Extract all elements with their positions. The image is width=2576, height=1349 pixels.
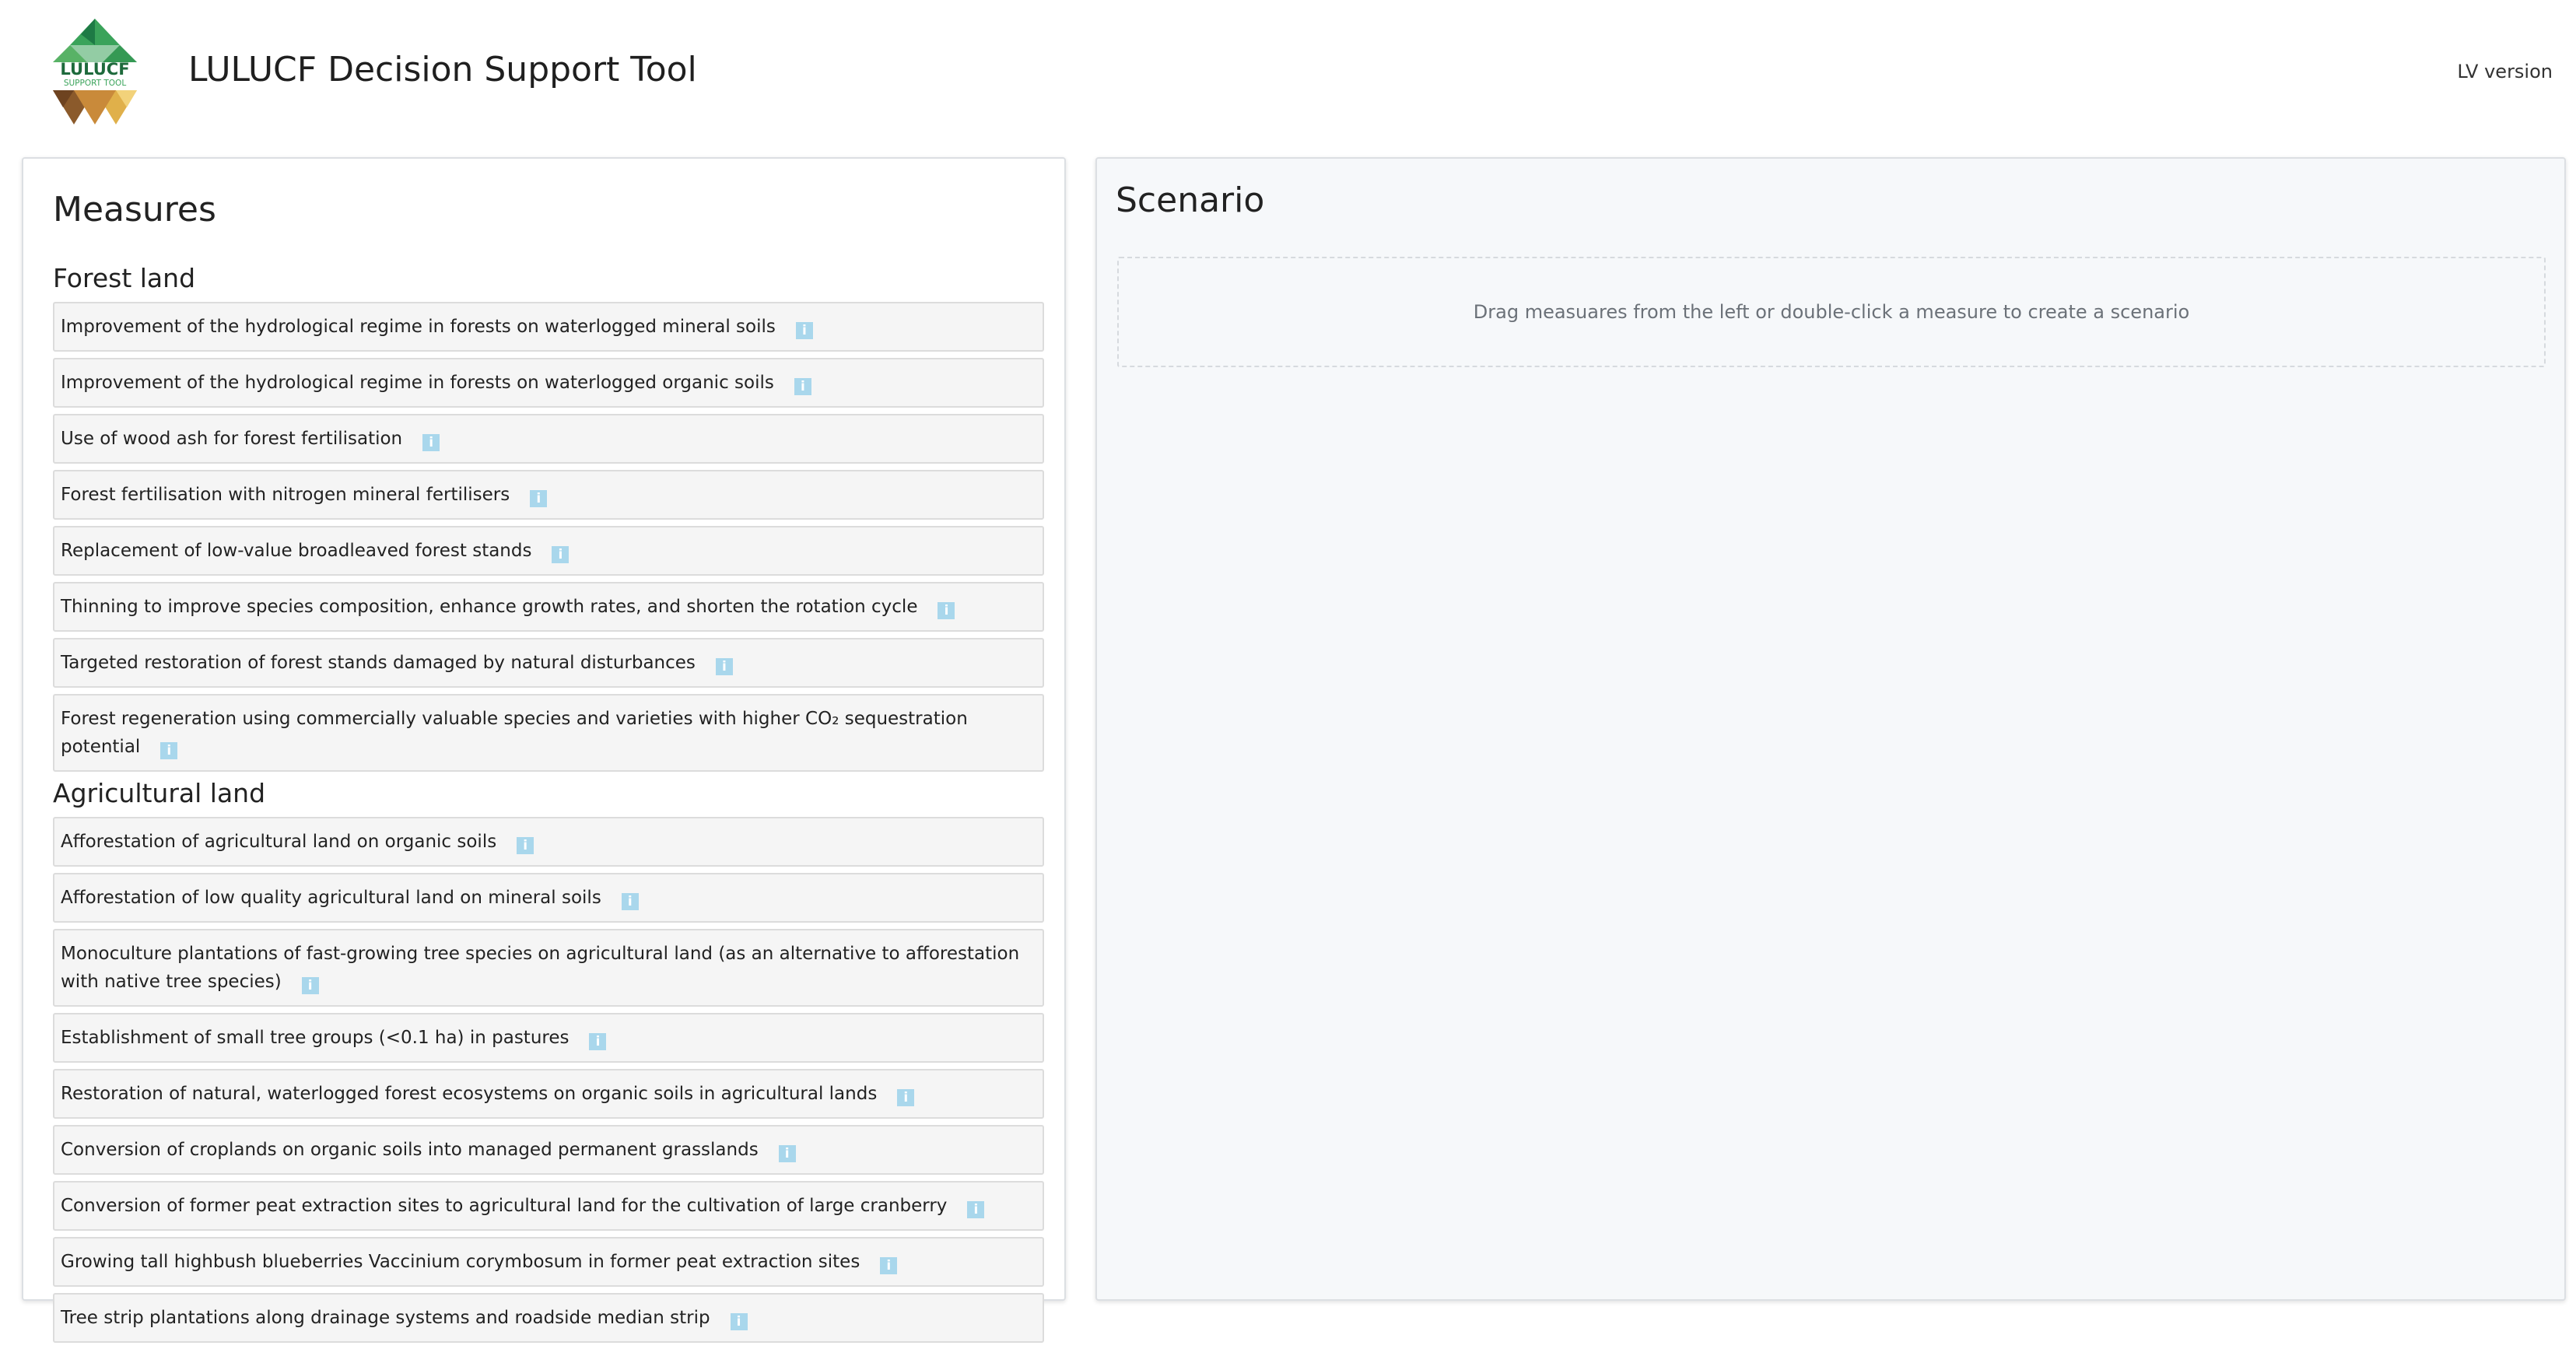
measure-item[interactable]: Forest regeneration using commercially v… [53,694,1044,772]
section-title: Forest land [53,263,196,293]
measure-label: Restoration of natural, waterlogged fore… [61,1084,878,1104]
measures-list: Forest land Improvement of the hydrologic… [53,263,1044,1349]
app-header: LULUCF SUPPORT TOOL LULUCF Decision Supp… [0,0,2576,148]
measure-label: Use of wood ash for forest fertilisation [61,429,403,449]
measure-item[interactable]: Replacement of low-value broadleaved for… [53,526,1044,576]
measure-item[interactable]: Targeted restoration of forest stands da… [53,638,1044,688]
measure-item[interactable]: Establishment of small tree groups (<0.1… [53,1013,1044,1063]
measure-label: Afforestation of agricultural land on or… [61,832,497,852]
info-icon[interactable]: i [589,1033,607,1050]
measure-item[interactable]: Afforestation of low quality agricultura… [53,873,1044,923]
measure-label: Forest regeneration using commercially v… [61,709,968,757]
measure-item[interactable]: Thinning to improve species composition,… [53,582,1044,632]
measure-label: Forest fertilisation with nitrogen miner… [61,485,510,505]
measure-label: Targeted restoration of forest stands da… [61,653,696,673]
measure-item[interactable]: Conversion of former peat extraction sit… [53,1181,1044,1231]
measure-item[interactable]: Tree strip plantations along drainage sy… [53,1293,1044,1343]
info-icon[interactable]: i [938,602,955,619]
app-title: LULUCF Decision Support Tool [188,50,697,89]
info-icon[interactable]: i [967,1201,985,1218]
measure-label: Conversion of former peat extraction sit… [61,1196,948,1216]
info-icon[interactable]: i [794,378,811,395]
measure-item[interactable]: Restoration of natural, waterlogged fore… [53,1069,1044,1119]
info-icon[interactable]: i [301,977,319,994]
measure-label: Afforestation of low quality agricultura… [61,888,601,908]
measures-panel: Measures Forest land Improvement of the h… [22,157,1066,1343]
section-title: Agricultural land [53,778,266,808]
scenario-dropzone[interactable]: Drag measuares from the left or double-c… [1117,257,2546,367]
measure-item[interactable]: Use of wood ash for forest fertilisation… [53,414,1044,464]
measure-item[interactable]: Conversion of croplands on organic soils… [53,1125,1044,1175]
logo-sub-text: SUPPORT TOOL [64,79,127,88]
logo-brand-text: LULUCF [60,60,129,79]
dropzone-hint: Drag measuares from the left or double-c… [1473,301,2190,323]
info-icon[interactable]: i [715,658,733,675]
measure-label: Improvement of the hydrological regime i… [61,317,776,337]
measure-item[interactable]: Afforestation of agricultural land on or… [53,817,1044,867]
measure-item[interactable]: Improvement of the hydrological regime i… [53,302,1044,352]
measure-label: Replacement of low-value broadleaved for… [61,541,532,561]
measure-label: Establishment of small tree groups (<0.1… [61,1028,570,1048]
info-icon[interactable]: i [621,893,639,910]
info-icon[interactable]: i [552,546,570,563]
measure-item[interactable]: Monoculture plantations of fast-growing … [53,929,1044,1007]
info-icon[interactable]: i [422,434,440,451]
measure-label: Improvement of the hydrological regime i… [61,373,774,393]
scenario-title: Scenario [1116,180,1265,220]
info-icon[interactable]: i [160,742,178,759]
measure-label: Conversion of croplands on organic soils… [61,1140,759,1160]
measure-item[interactable]: Growing tall highbush blueberries Vaccin… [53,1237,1044,1287]
info-icon[interactable]: i [730,1313,748,1330]
info-icon[interactable]: i [880,1257,898,1274]
scenario-panel: Scenario Drag measuares from the left or… [1095,157,2566,1301]
measure-label: Monoculture plantations of fast-growing … [61,944,1020,992]
info-icon[interactable]: i [897,1089,915,1106]
info-icon[interactable]: i [778,1145,796,1162]
measure-item[interactable]: Improvement of the hydrological regime i… [53,358,1044,408]
lulucf-logo[interactable]: LULUCF SUPPORT TOOL [47,19,143,124]
measure-label: Thinning to improve species composition,… [61,597,918,617]
measure-label: Growing tall highbush blueberries Vaccin… [61,1252,860,1272]
info-icon[interactable]: i [530,490,548,507]
info-icon[interactable]: i [517,837,534,854]
info-icon[interactable]: i [795,322,813,339]
measure-item[interactable]: Forest fertilisation with nitrogen miner… [53,470,1044,520]
version-label[interactable]: LV version [2457,61,2553,82]
measures-title: Measures [53,190,216,230]
measure-label: Tree strip plantations along drainage sy… [61,1308,710,1328]
